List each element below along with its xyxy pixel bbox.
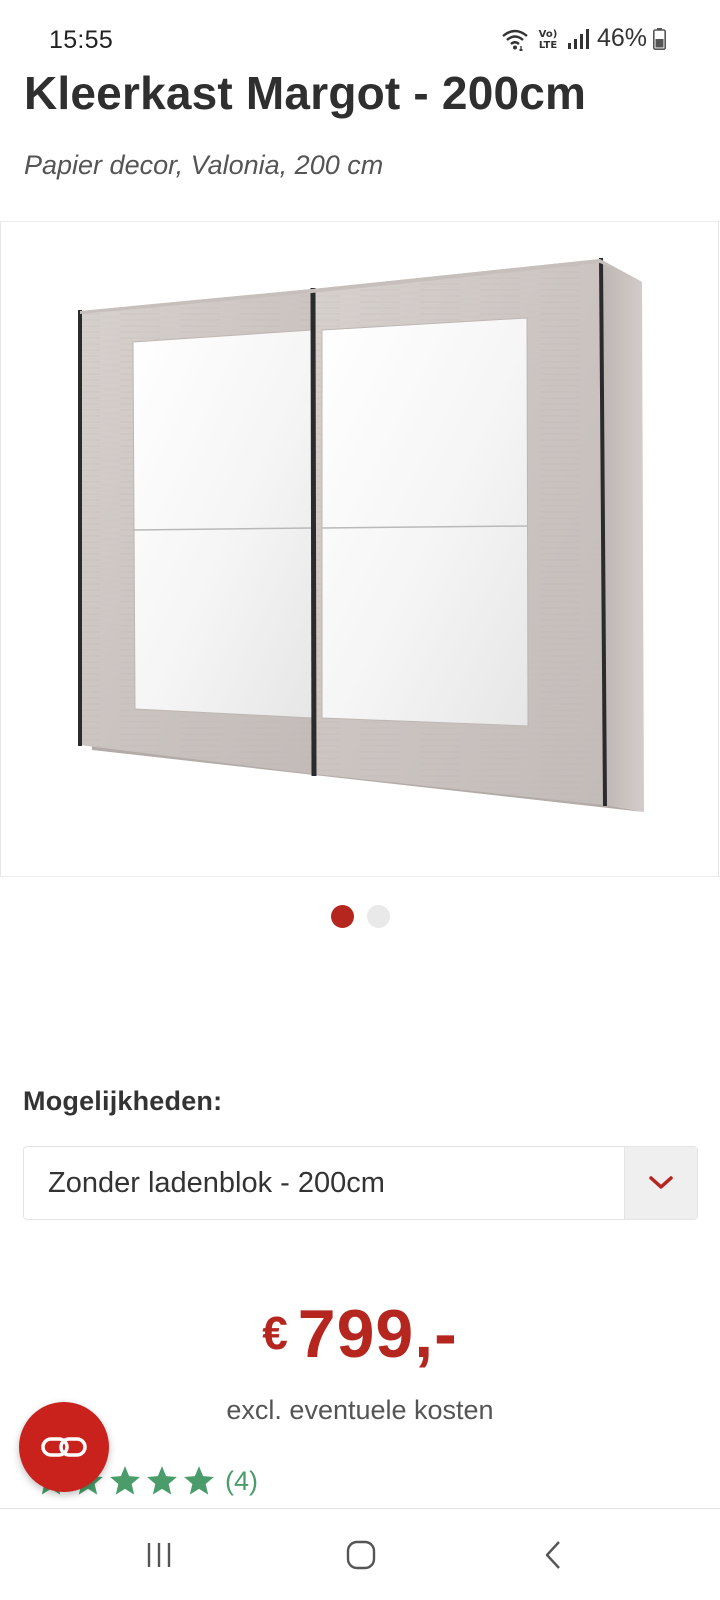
wifi-icon [501, 27, 529, 51]
star-icon [147, 1466, 177, 1495]
gallery-pagination-dots [0, 905, 720, 928]
options-select[interactable]: Zonder ladenblok - 200cm [23, 1146, 698, 1220]
price-note: excl. eventuele kosten [226, 1395, 494, 1425]
signal-icon [567, 28, 589, 50]
wardrobe-product-image [78, 257, 644, 812]
link-icon [41, 1437, 87, 1457]
product-image-gallery[interactable] [0, 221, 720, 877]
review-count[interactable]: (4) [225, 1466, 258, 1497]
options-label: Mogelijkheden: [23, 1086, 223, 1116]
floating-action-button[interactable] [19, 1402, 109, 1492]
battery-percent: 46% [596, 24, 647, 52]
product-title: Kleerkast Margot - 200cm [24, 67, 587, 119]
svg-text:LTE: LTE [539, 40, 558, 51]
gallery-dot-2[interactable] [366, 905, 390, 928]
gallery-border-right [718, 221, 719, 877]
product-price: €799,- [0, 1295, 720, 1373]
status-bar: 15:55 Vo) LTE 46% [0, 0, 720, 70]
gallery-dot-1[interactable] [330, 905, 354, 928]
price-currency: € [262, 1307, 288, 1359]
back-icon[interactable] [523, 1531, 583, 1579]
battery-icon [653, 27, 666, 50]
volte-lte-icon: Vo) LTE [535, 27, 561, 51]
gallery-border-left [0, 221, 1, 877]
price-amount: 799,- [297, 1296, 458, 1372]
product-subtitle: Papier decor, Valonia, 200 cm [24, 150, 384, 180]
home-icon[interactable] [331, 1531, 391, 1579]
status-time: 15:55 [49, 26, 114, 54]
svg-text:Vo): Vo) [539, 29, 558, 40]
options-selected-value: Zonder ladenblok - 200cm [48, 1167, 385, 1199]
star-icon [110, 1466, 140, 1495]
system-nav-bar [0, 1508, 720, 1600]
status-icons: Vo) LTE 46% [501, 24, 666, 53]
star-icon [184, 1466, 214, 1495]
recents-icon[interactable] [129, 1531, 189, 1579]
chevron-down-icon[interactable] [624, 1147, 697, 1219]
